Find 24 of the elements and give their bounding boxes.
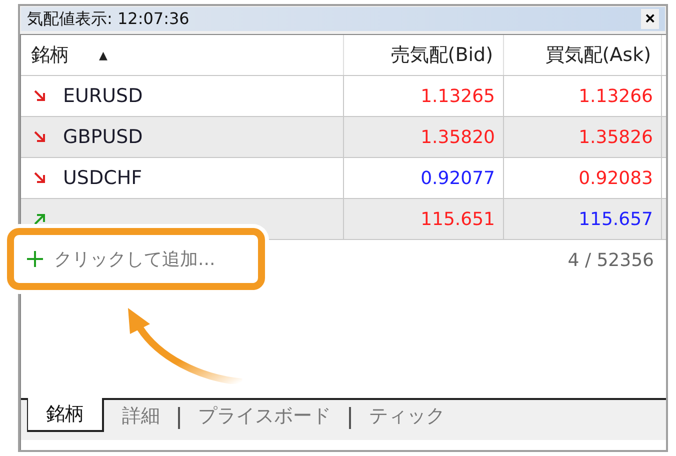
table-cell: 1.13266 [504, 76, 662, 116]
table-cell: 0.92077 [344, 158, 504, 198]
table-cell: 115.657 [504, 199, 662, 239]
sort-icon: ▲ [99, 48, 108, 62]
table-cell: USDCHF [21, 158, 344, 198]
column-header[interactable]: 買気配(Ask) [504, 35, 662, 75]
window-title: 気配値表示: 12:07:36 [27, 8, 190, 30]
table-cell: 1.13265 [344, 76, 504, 116]
table-cell: 1.35820 [344, 117, 504, 157]
table-cell: 1.35826 [504, 117, 662, 157]
tab[interactable]: 銘柄 [27, 398, 104, 432]
table-cell: 0.92083 [504, 158, 662, 198]
table-cell: 115.651 [344, 199, 504, 239]
table-cell: GBPUSD [21, 117, 344, 157]
tab[interactable]: 詳細 [104, 400, 178, 432]
plus-icon [26, 250, 44, 268]
add-symbol-label: クリックして追加... [54, 248, 216, 271]
table-cell: EURUSD [21, 76, 344, 116]
tab[interactable]: プライスボード [180, 400, 349, 432]
close-button[interactable]: × [641, 9, 659, 29]
column-header[interactable]: 売気配(Bid) [344, 35, 504, 75]
tab[interactable]: ティック [351, 400, 463, 432]
symbol-count: 4 / 52356 [568, 250, 654, 270]
column-header[interactable]: 銘柄 ▲ [21, 35, 344, 75]
